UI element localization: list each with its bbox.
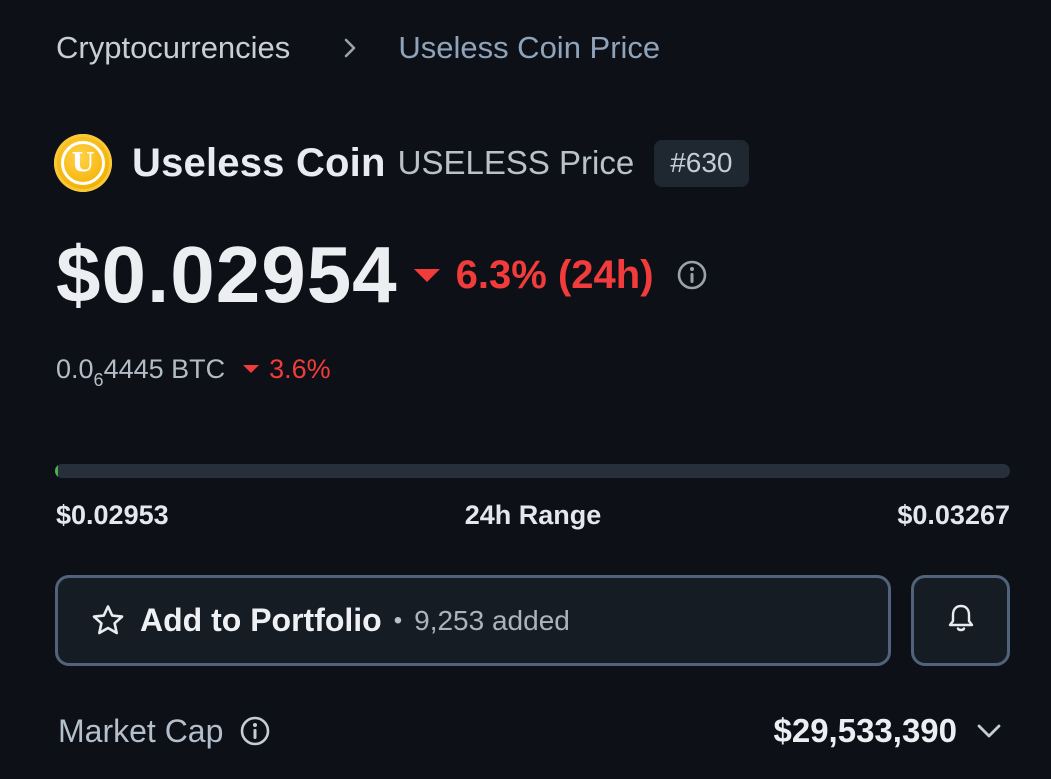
breadcrumb: Cryptocurrencies Useless Coin Price	[56, 28, 660, 68]
range-title: 24h Range	[464, 500, 602, 530]
caret-down-icon	[243, 365, 260, 373]
range-bar-fill	[55, 464, 58, 478]
market-cap-label: Market Cap	[58, 712, 224, 749]
breadcrumb-current[interactable]: Useless Coin Price	[398, 30, 660, 66]
portfolio-count: 9,253 added	[414, 604, 570, 636]
coin-price-page: Cryptocurrencies Useless Coin Price U Us…	[0, 0, 1051, 779]
portfolio-label: Add to Portfolio	[140, 602, 382, 638]
range-high: $0.03267	[897, 500, 1010, 530]
bell-icon	[944, 601, 978, 640]
btc-price-subscript: 6	[93, 369, 104, 390]
coin-name: Useless Coin	[132, 140, 386, 185]
price-alert-button[interactable]	[911, 575, 1010, 666]
info-icon[interactable]	[239, 715, 271, 747]
range-labels: $0.02953 24h Range $0.03267	[56, 500, 1010, 534]
btc-price-suffix: 4445 BTC	[103, 353, 226, 384]
coin-logo: U	[54, 134, 112, 192]
price-row: $0.02954 6.3% (24h)	[56, 230, 708, 320]
chevron-down-icon[interactable]	[973, 715, 1005, 747]
caret-down-icon	[413, 268, 440, 282]
btc-price-prefix: 0.0	[56, 353, 94, 384]
btc-price-change-value: 3.6%	[269, 353, 331, 384]
coin-logo-letter: U	[61, 141, 105, 185]
btc-price-row: 0.064445 BTC 3.6%	[56, 352, 331, 390]
coin-symbol-label: USELESS Price	[397, 144, 635, 181]
coin-title-row: U Useless Coin USELESS Price #630	[54, 134, 749, 192]
add-to-portfolio-button[interactable]: Add to Portfolio • 9,253 added	[55, 575, 891, 666]
info-icon[interactable]	[676, 259, 708, 291]
btc-price-change: 3.6%	[243, 354, 331, 385]
price-change-24h: 6.3% (24h)	[413, 252, 654, 298]
current-price: $0.02954	[56, 230, 398, 319]
btc-price: 0.064445 BTC	[56, 353, 226, 390]
rank-badge: #630	[654, 139, 749, 187]
chevron-right-icon	[342, 36, 358, 60]
price-change-24h-value: 6.3% (24h)	[455, 252, 654, 297]
market-cap-value: $29,533,390	[773, 712, 957, 749]
portfolio-separator: •	[393, 606, 403, 634]
breadcrumb-cryptocurrencies[interactable]: Cryptocurrencies	[56, 30, 290, 66]
star-icon	[90, 603, 126, 639]
market-cap-row[interactable]: Market Cap $29,533,390	[58, 708, 1005, 754]
range-bar	[55, 464, 1010, 478]
